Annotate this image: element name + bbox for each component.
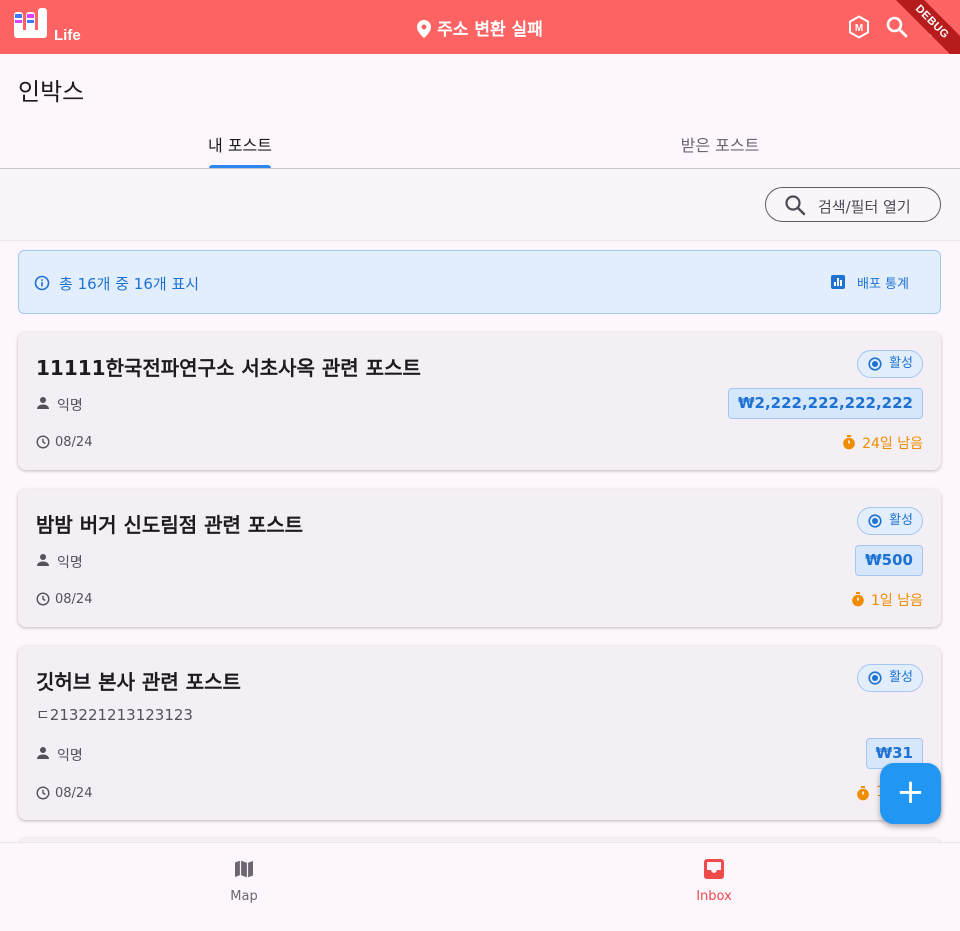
map-icon [235,860,253,878]
person-icon [37,554,49,566]
tab-received-posts[interactable]: 받은 포스트 [480,132,960,156]
search-icon [785,195,806,216]
remaining-text: 24일 남음 [862,436,923,452]
bottom-navigation: Map Inbox [0,842,960,931]
timer-icon [843,435,855,450]
m-badge-icon[interactable]: M [847,15,871,39]
active-radio-icon [868,514,882,528]
location-title[interactable]: 주소 변환 실패 [0,15,960,40]
inbox-icon [704,859,724,879]
date-text: 08/24 [55,786,93,801]
post-description: ㄷ213221213123123 [36,706,193,724]
page-title: 인박스 [18,78,85,106]
bar-chart-icon [831,275,845,289]
price-badge: ₩500 [855,545,923,576]
nav-label-map: Map [230,889,258,904]
search-filter-label: 검색/필터 열기 [818,198,911,216]
location-text: 주소 변환 실패 [437,20,543,40]
filter-bar: 검색/필터 열기 [0,169,960,241]
post-title: 11111한국전파연구소 서초사옥 관련 포스트 [36,356,421,380]
remaining-time: 1일 남음 [851,590,923,610]
remaining-text: 1일 남음 [871,593,923,609]
clock-icon [36,592,50,606]
add-post-button[interactable]: + [880,763,941,824]
author-name: 익명 [57,398,83,414]
status-text: 활성 [889,356,913,371]
info-icon [34,275,50,291]
status-text: 활성 [889,513,913,528]
search-icon[interactable] [885,15,909,39]
post-title: 밤밤 버거 신도림점 관련 포스트 [36,513,304,537]
timer-icon [857,786,869,801]
person-icon [37,747,49,759]
tab-bar: 내 포스트 받은 포스트 [0,118,960,169]
location-pin-icon [417,20,432,38]
svg-text:M: M [855,23,863,34]
post-card[interactable]: 11111한국전파연구소 서초사옥 관련 포스트 활성 익명 ₩2,222,22… [18,332,941,470]
tab-my-posts[interactable]: 내 포스트 [0,132,480,156]
status-badge: 활성 [857,664,923,692]
clock-icon [36,786,50,800]
info-banner: 총 16개 중 16개 표시 배포 통계 [18,250,941,314]
post-count-text: 총 16개 중 16개 표시 [59,275,200,293]
nav-item-map[interactable]: Map [4,857,484,904]
status-badge: 활성 [857,350,923,378]
date-text: 08/24 [55,592,93,607]
search-filter-button[interactable]: 검색/필터 열기 [765,187,941,222]
price-badge: ₩2,222,222,222,222 [727,388,923,419]
author-name: 익명 [57,555,83,571]
post-card[interactable]: 깃허브 본사 관련 포스트 활성 ㄷ213221213123123 익명 ₩31… [18,646,941,820]
tab-indicator [209,165,271,168]
author-name: 익명 [57,748,83,764]
status-badge: 활성 [857,507,923,535]
nav-label-inbox: Inbox [696,889,732,904]
clock-icon [36,435,50,449]
remaining-time: 24일 남음 [842,433,923,453]
status-text: 활성 [889,670,913,685]
date-text: 08/24 [55,435,93,450]
post-title: 깃허브 본사 관련 포스트 [36,670,241,694]
active-radio-icon [868,357,882,371]
distribution-stats-label: 배포 통계 [857,277,909,292]
timer-icon [852,592,864,607]
nav-item-inbox[interactable]: Inbox [474,857,954,904]
post-card[interactable]: 밤밤 버거 신도림점 관련 포스트 활성 익명 ₩500 08/24 1일 남음 [18,489,941,627]
person-icon [37,397,49,409]
active-radio-icon [868,671,882,685]
app-bar: Life 주소 변환 실패 M DEBUG [0,0,960,54]
